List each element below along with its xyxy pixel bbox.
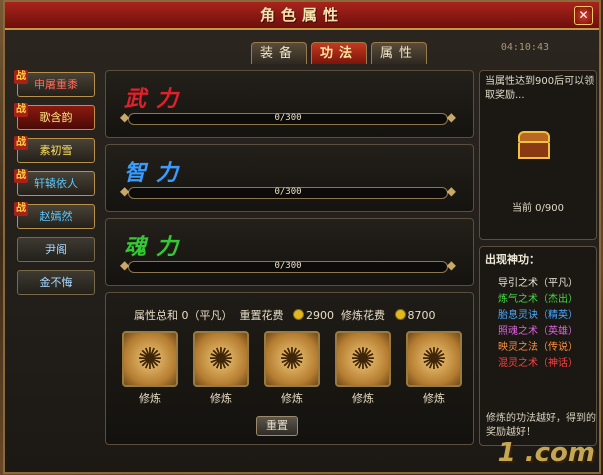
- character-name: 尹阁: [45, 243, 67, 256]
- train-label: 修炼: [210, 392, 232, 405]
- progress-bar: 0/300: [120, 184, 456, 199]
- current-value: 0/900: [535, 203, 564, 214]
- window-title: 角色属性: [259, 6, 344, 24]
- sun-emblem-icon[interactable]: ✺: [335, 331, 391, 387]
- train-cost-value: 8700: [407, 309, 436, 322]
- skill-slot-4[interactable]: ✺ 修炼: [333, 331, 393, 406]
- reward-panel: 当属性达到900后可以领取奖励... 当前 0/900: [479, 70, 597, 240]
- character-item-7[interactable]: 金不悔: [17, 270, 95, 295]
- sun-emblem-icon[interactable]: ✺: [406, 331, 462, 387]
- character-item-2[interactable]: 战 歌含韵: [14, 103, 95, 130]
- attribute-label: 武力: [124, 86, 189, 112]
- battle-badge: 战: [14, 70, 28, 84]
- skill-list: 导引之术（平凡） 炼气之术（杰出） 胎息灵诀（精英） 照魂之术（英雄） 映灵之法…: [480, 276, 596, 372]
- character-attributes-window: 角色属性 ✕ 04:10:43 装备 功法 属性 战 申屠重黍 战 歌含韵 战 …: [3, 0, 601, 474]
- total-value: 0（平凡）: [181, 309, 233, 322]
- progress-text: 0/300: [274, 261, 302, 271]
- reward-note: 当属性达到900后可以领取奖励...: [485, 76, 595, 101]
- skill-list-item: 导引之术（平凡）: [498, 278, 578, 289]
- character-name: 素初雪: [39, 144, 73, 157]
- character-item-5[interactable]: 战 赵嫣然: [14, 202, 95, 229]
- skill-list-item: 照魂之术（英雄）: [498, 326, 578, 337]
- character-item-3[interactable]: 战 素初雪: [14, 136, 95, 163]
- divine-skills-panel: 出现神功： 导引之术（平凡） 炼气之术（杰出） 胎息灵诀（精英） 照魂之术（英雄…: [479, 246, 597, 446]
- tab-attributes[interactable]: 属性: [371, 42, 427, 64]
- character-name: 歌含韵: [39, 111, 73, 124]
- character-name: 轩辕依人: [34, 177, 78, 190]
- tab-equipment[interactable]: 装备: [251, 42, 307, 64]
- train-label: 修炼: [352, 392, 374, 405]
- reset-button[interactable]: 重置: [256, 416, 298, 436]
- training-panel: 属性总和 0（平凡） 重置花费 2900 修炼花费 8700 ✺ 修炼 ✺ 修炼…: [105, 292, 474, 445]
- attribute-strength: 武力 0/300: [105, 70, 474, 138]
- current-progress: 当前 0/900: [480, 199, 596, 214]
- skills-main-panel: 武力 0/300 智力 0/300 魂力 0/300 属性总和 0（平凡）: [105, 70, 475, 450]
- tab-skills[interactable]: 功法: [311, 42, 367, 64]
- skill-list-item: 混灵之术（神话）: [498, 358, 578, 369]
- hint-text: 修炼的功法越好，得到的奖励越好！: [486, 413, 596, 438]
- tab-bar: 装备 功法 属性: [251, 42, 427, 64]
- battle-badge: 战: [14, 136, 28, 150]
- sun-emblem-icon[interactable]: ✺: [264, 331, 320, 387]
- coin-icon: [394, 309, 406, 320]
- current-label: 当前: [511, 203, 532, 214]
- skill-slot-3[interactable]: ✺ 修炼: [262, 331, 322, 406]
- character-name: 赵嫣然: [39, 210, 73, 223]
- progress-text: 0/300: [274, 113, 302, 123]
- close-button[interactable]: ✕: [574, 6, 593, 25]
- character-item-6[interactable]: 尹阁: [17, 237, 95, 262]
- battle-badge: 战: [14, 202, 28, 216]
- progress-bar: 0/300: [120, 258, 456, 273]
- skill-slot-5[interactable]: ✺ 修炼: [404, 331, 464, 406]
- info-column: 当属性达到900后可以领取奖励... 当前 0/900 出现神功： 导引之术（平…: [479, 70, 597, 446]
- skill-list-item: 胎息灵诀（精英）: [498, 310, 578, 321]
- attribute-soul: 魂力 0/300: [105, 218, 474, 286]
- character-name: 金不悔: [39, 276, 73, 289]
- attribute-intelligence: 智力 0/300: [105, 144, 474, 212]
- sun-emblem-icon[interactable]: ✺: [122, 331, 178, 387]
- attribute-label: 魂力: [124, 234, 189, 260]
- skill-list-item: 炼气之术（杰出）: [498, 294, 578, 305]
- close-icon: ✕: [578, 8, 589, 22]
- character-name: 申屠重黍: [34, 78, 78, 91]
- train-cost-label: 修炼花费: [341, 309, 385, 322]
- skill-slots: ✺ 修炼 ✺ 修炼 ✺ 修炼 ✺ 修炼 ✺ 修炼: [120, 331, 464, 406]
- sun-emblem-icon[interactable]: ✺: [193, 331, 249, 387]
- attribute-label: 智力: [124, 160, 189, 186]
- reset-cost-label: 重置花费: [239, 309, 284, 322]
- train-label: 修炼: [281, 392, 303, 405]
- reset-cost-value: 2900: [306, 309, 334, 322]
- progress-bar: 0/300: [120, 110, 456, 125]
- train-label: 修炼: [423, 392, 445, 405]
- character-item-1[interactable]: 战 申屠重黍: [14, 70, 95, 97]
- total-label: 属性总和: [134, 309, 178, 322]
- skill-slot-2[interactable]: ✺ 修炼: [191, 331, 251, 406]
- site-watermark: 1 .com: [497, 438, 595, 468]
- clock-text: 04:10:43: [500, 42, 549, 53]
- treasure-chest-icon[interactable]: [518, 131, 550, 159]
- battle-badge: 战: [14, 169, 28, 183]
- train-label: 修炼: [139, 392, 161, 405]
- skills-heading: 出现神功：: [485, 253, 540, 266]
- skill-slot-1[interactable]: ✺ 修炼: [120, 331, 180, 406]
- character-list: 战 申屠重黍 战 歌含韵 战 素初雪 战 轩辕依人 战 赵嫣然 尹阁 金不悔: [14, 70, 95, 303]
- coin-icon: [293, 309, 304, 320]
- progress-text: 0/300: [274, 187, 302, 197]
- character-item-4[interactable]: 战 轩辕依人: [14, 169, 95, 196]
- cost-summary: 属性总和 0（平凡） 重置花费 2900 修炼花费 8700: [134, 307, 436, 323]
- skill-list-item: 映灵之法（传说）: [498, 342, 578, 353]
- title-bar[interactable]: 角色属性 ✕: [5, 2, 599, 30]
- battle-badge: 战: [14, 103, 28, 117]
